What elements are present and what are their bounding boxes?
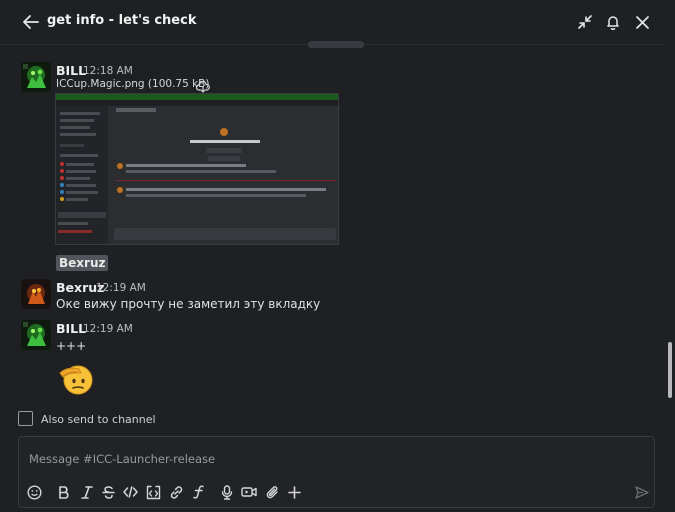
message-author[interactable]: BILL [56,63,86,78]
saluting-face-emoji [57,360,95,396]
message-time: 12:19 AM [96,282,146,294]
code-icon[interactable] [121,483,139,501]
bold-icon[interactable] [55,483,73,501]
attachment-name[interactable]: ICCup.Magic.png (100.75 kB) [56,78,209,90]
avatar[interactable] [21,279,51,309]
send-icon[interactable] [633,483,651,501]
thread-header: get info - let's check [0,0,675,44]
plus-icon[interactable] [285,483,303,501]
avatar[interactable] [21,320,51,350]
cloud-download-icon[interactable] [195,78,210,93]
attachment-icon[interactable] [263,483,281,501]
scrollbar-thumb[interactable] [668,342,672,398]
user-mention[interactable]: Bexruz [56,255,109,271]
message-author[interactable]: BILL [56,321,86,336]
message-time: 12:19 AM [83,323,133,335]
close-icon[interactable] [631,11,653,33]
collapse-icon[interactable] [574,11,596,33]
scroll-indicator-pill[interactable] [308,41,364,48]
back-arrow-icon[interactable] [20,11,42,33]
also-send-label[interactable]: Also send to channel [41,413,156,426]
microphone-icon[interactable] [218,483,236,501]
strikethrough-icon[interactable] [99,483,117,501]
link-icon[interactable] [167,483,185,501]
italic-icon[interactable] [78,483,96,501]
message-text: +++ [56,339,87,353]
emoji-icon[interactable] [25,483,43,501]
composer-placeholder[interactable]: Message #ICC-Launcher-release [29,452,215,466]
code-block-icon[interactable] [144,483,162,501]
avatar[interactable] [21,62,51,92]
bell-icon[interactable] [602,11,624,33]
video-icon[interactable] [240,483,258,501]
message-time: 12:18 AM [83,65,133,77]
thread-title: get info - let's check [47,13,197,28]
message-text: Оке вижу прочту не заметил эту вкладку [56,297,321,311]
formula-icon[interactable] [189,483,207,501]
also-send-checkbox[interactable] [18,411,33,426]
attachment-image[interactable] [55,93,339,245]
